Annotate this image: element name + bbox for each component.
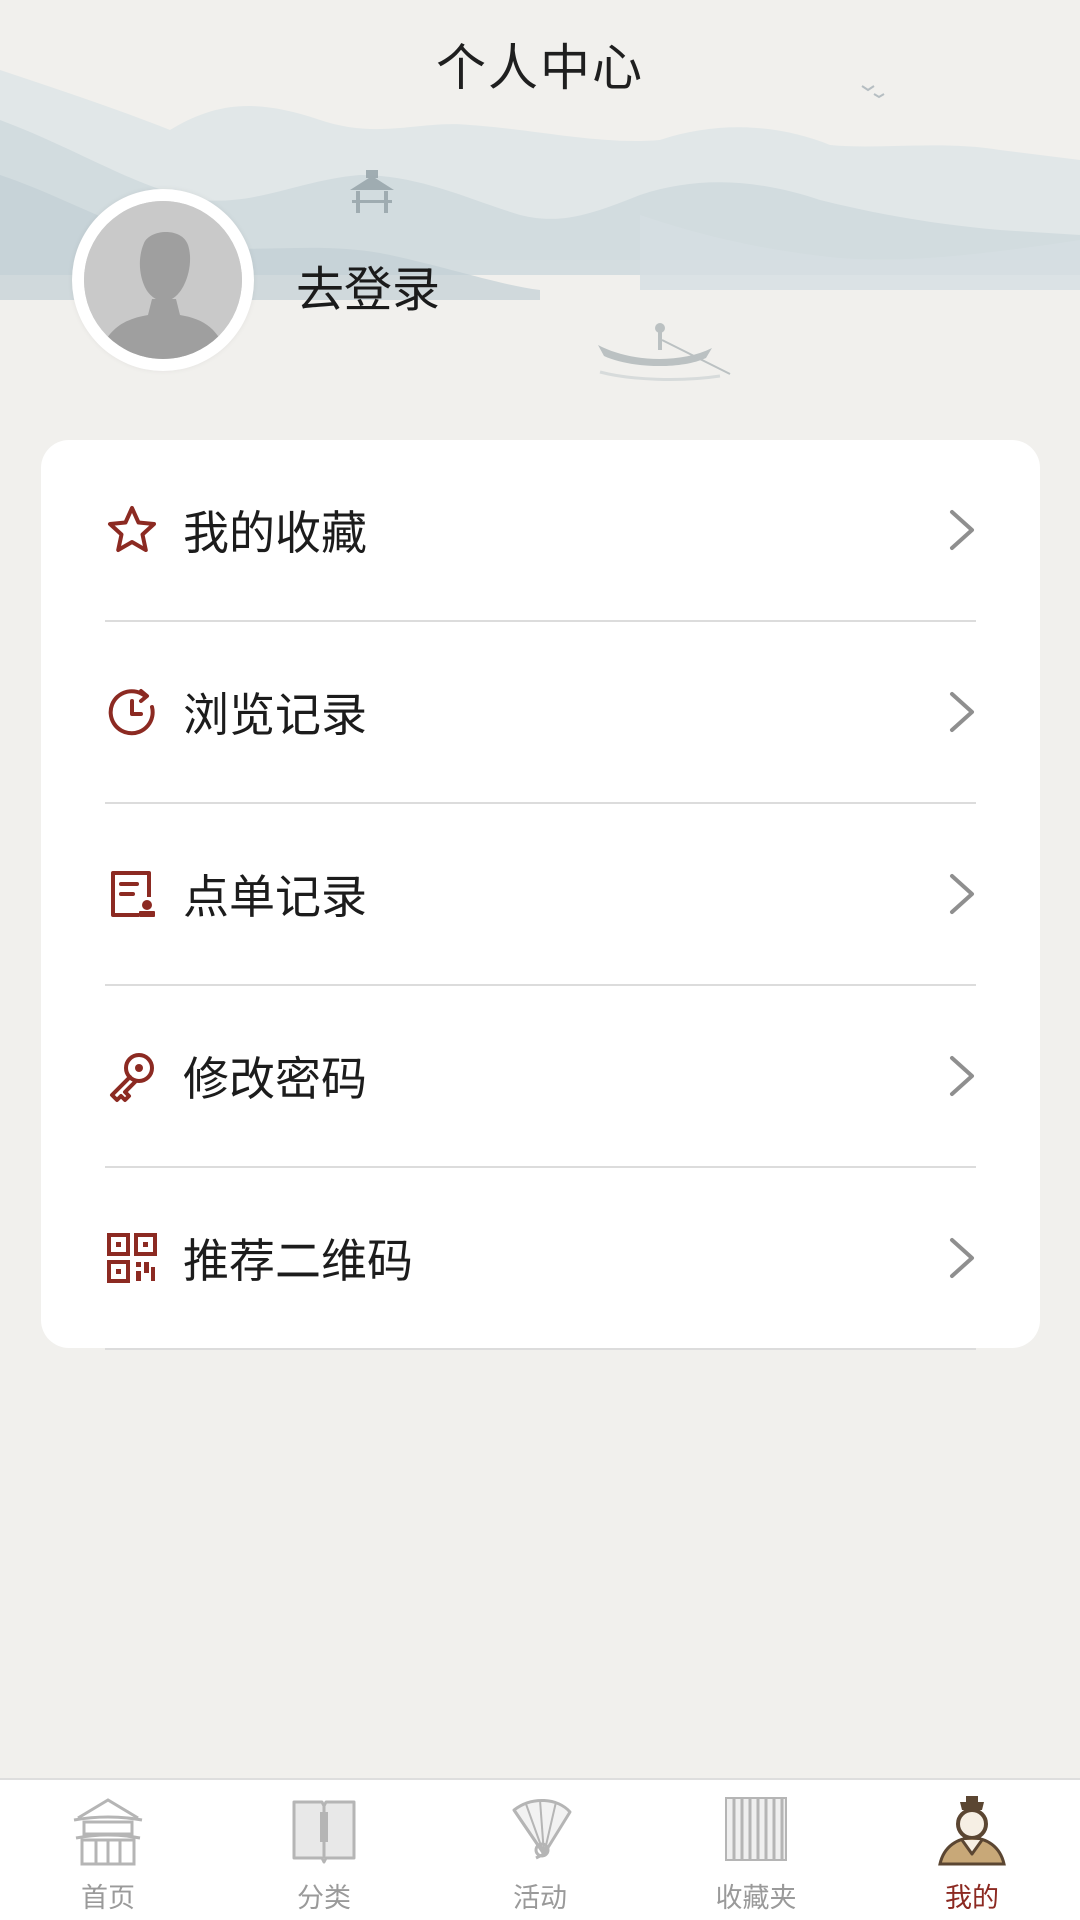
menu-item-label: 修改密码: [183, 1052, 367, 1106]
menu-item-history[interactable]: 浏览记录: [105, 622, 976, 804]
menu-item-orders[interactable]: 点单记录: [105, 804, 976, 986]
star-icon: [108, 506, 156, 552]
tab-home[interactable]: 首页: [0, 1780, 216, 1920]
pavilion-icon: [73, 1798, 143, 1866]
qr-code-icon: [107, 1233, 157, 1283]
book-icon: [292, 1800, 356, 1864]
tab-category[interactable]: 分类: [216, 1780, 432, 1920]
default-avatar-icon: [84, 201, 242, 359]
menu-item-label: 我的收藏: [183, 506, 367, 560]
fan-icon: [512, 1798, 572, 1860]
tab-label: 分类: [297, 1883, 351, 1914]
tab-label: 首页: [81, 1883, 135, 1914]
tab-mine[interactable]: 我的: [864, 1780, 1080, 1920]
chevron-right-icon: [950, 1238, 974, 1278]
bamboo-scroll-icon: [725, 1797, 787, 1861]
personal-center-page: 个人中心 去登录 我的收藏 浏览记录 点单记录 修改密码 推荐二维码 首页 分类…: [0, 0, 1080, 1920]
menu-item-label: 推荐二维码: [183, 1234, 413, 1288]
scholar-avatar-icon: [938, 1796, 1006, 1866]
page-title: 个人中心: [436, 39, 644, 97]
menu-card: 我的收藏 浏览记录 点单记录 修改密码 推荐二维码: [41, 440, 1040, 1350]
menu-item-label: 点单记录: [183, 870, 367, 924]
chevron-right-icon: [950, 692, 974, 732]
menu-item-change-password[interactable]: 修改密码: [105, 986, 976, 1168]
key-icon: [110, 1053, 154, 1102]
history-clock-icon: [108, 689, 155, 736]
bottom-tab-bar: 首页 分类 活动 收藏夹 我的: [0, 1778, 1080, 1920]
chevron-right-icon: [950, 510, 974, 550]
login-link[interactable]: 去登录: [296, 250, 440, 320]
chevron-right-icon: [950, 874, 974, 914]
tab-activity[interactable]: 活动: [432, 1780, 648, 1920]
menu-item-qr-code[interactable]: 推荐二维码: [105, 1168, 976, 1350]
menu-item-favorites[interactable]: 我的收藏: [105, 440, 976, 622]
order-record-icon: [111, 871, 155, 917]
avatar[interactable]: [72, 189, 254, 371]
menu-item-label: 浏览记录: [183, 688, 367, 742]
profile-header: 个人中心 去登录: [0, 0, 1080, 420]
chevron-right-icon: [950, 1056, 974, 1096]
tab-collection[interactable]: 收藏夹: [648, 1780, 864, 1920]
tab-label: 活动: [513, 1883, 567, 1914]
tab-label: 收藏夹: [715, 1883, 797, 1914]
tab-label: 我的: [945, 1883, 999, 1914]
